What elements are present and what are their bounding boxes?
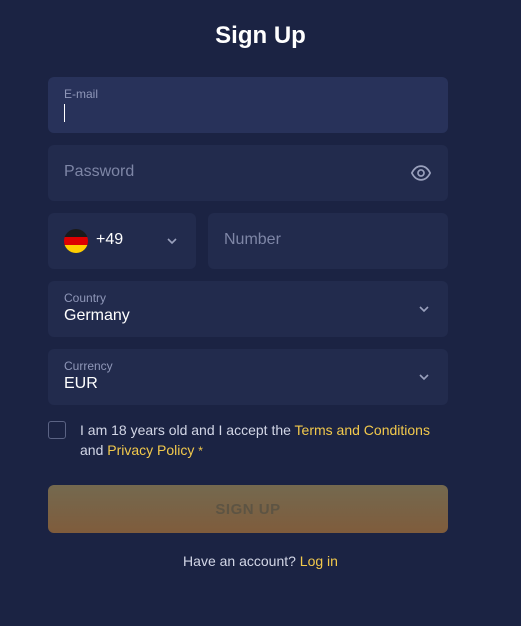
germany-flag-icon [64, 229, 88, 253]
phone-number-input[interactable]: Number [208, 213, 448, 269]
text-caret [64, 104, 65, 122]
eye-icon[interactable] [410, 162, 432, 184]
phone-code-select[interactable]: +49 [48, 213, 196, 269]
chevron-down-icon [167, 238, 177, 245]
login-link[interactable]: Log in [300, 553, 338, 569]
country-value: Germany [64, 307, 130, 324]
terms-and: and [80, 442, 108, 458]
privacy-policy-link[interactable]: Privacy Policy [107, 442, 194, 458]
country-label: Country [64, 291, 107, 305]
terms-link[interactable]: Terms and Conditions [295, 422, 430, 438]
terms-checkbox[interactable] [48, 421, 66, 439]
phone-number-placeholder: Number [224, 231, 281, 248]
currency-label: Currency [64, 359, 113, 373]
signup-button[interactable]: SIGN UP [48, 485, 448, 533]
currency-value: EUR [64, 375, 98, 392]
have-account-text: Have an account? [183, 553, 300, 569]
country-select[interactable]: Country Germany [48, 281, 448, 337]
password-placeholder: Password [64, 163, 135, 180]
chevron-down-icon [419, 306, 429, 313]
chevron-down-icon [419, 374, 429, 381]
email-field[interactable]: E-mail [48, 77, 448, 133]
required-mark: * [198, 444, 203, 458]
phone-code-value: +49 [96, 231, 124, 248]
terms-text-before: I am 18 years old and I accept the [80, 422, 295, 438]
terms-text: I am 18 years old and I accept the Terms… [80, 420, 450, 461]
footer: Have an account? Log in [0, 553, 521, 569]
password-field[interactable]: Password [48, 145, 448, 201]
email-label: E-mail [64, 87, 99, 101]
currency-select[interactable]: Currency EUR [48, 349, 448, 405]
page-title: Sign Up [215, 22, 306, 49]
